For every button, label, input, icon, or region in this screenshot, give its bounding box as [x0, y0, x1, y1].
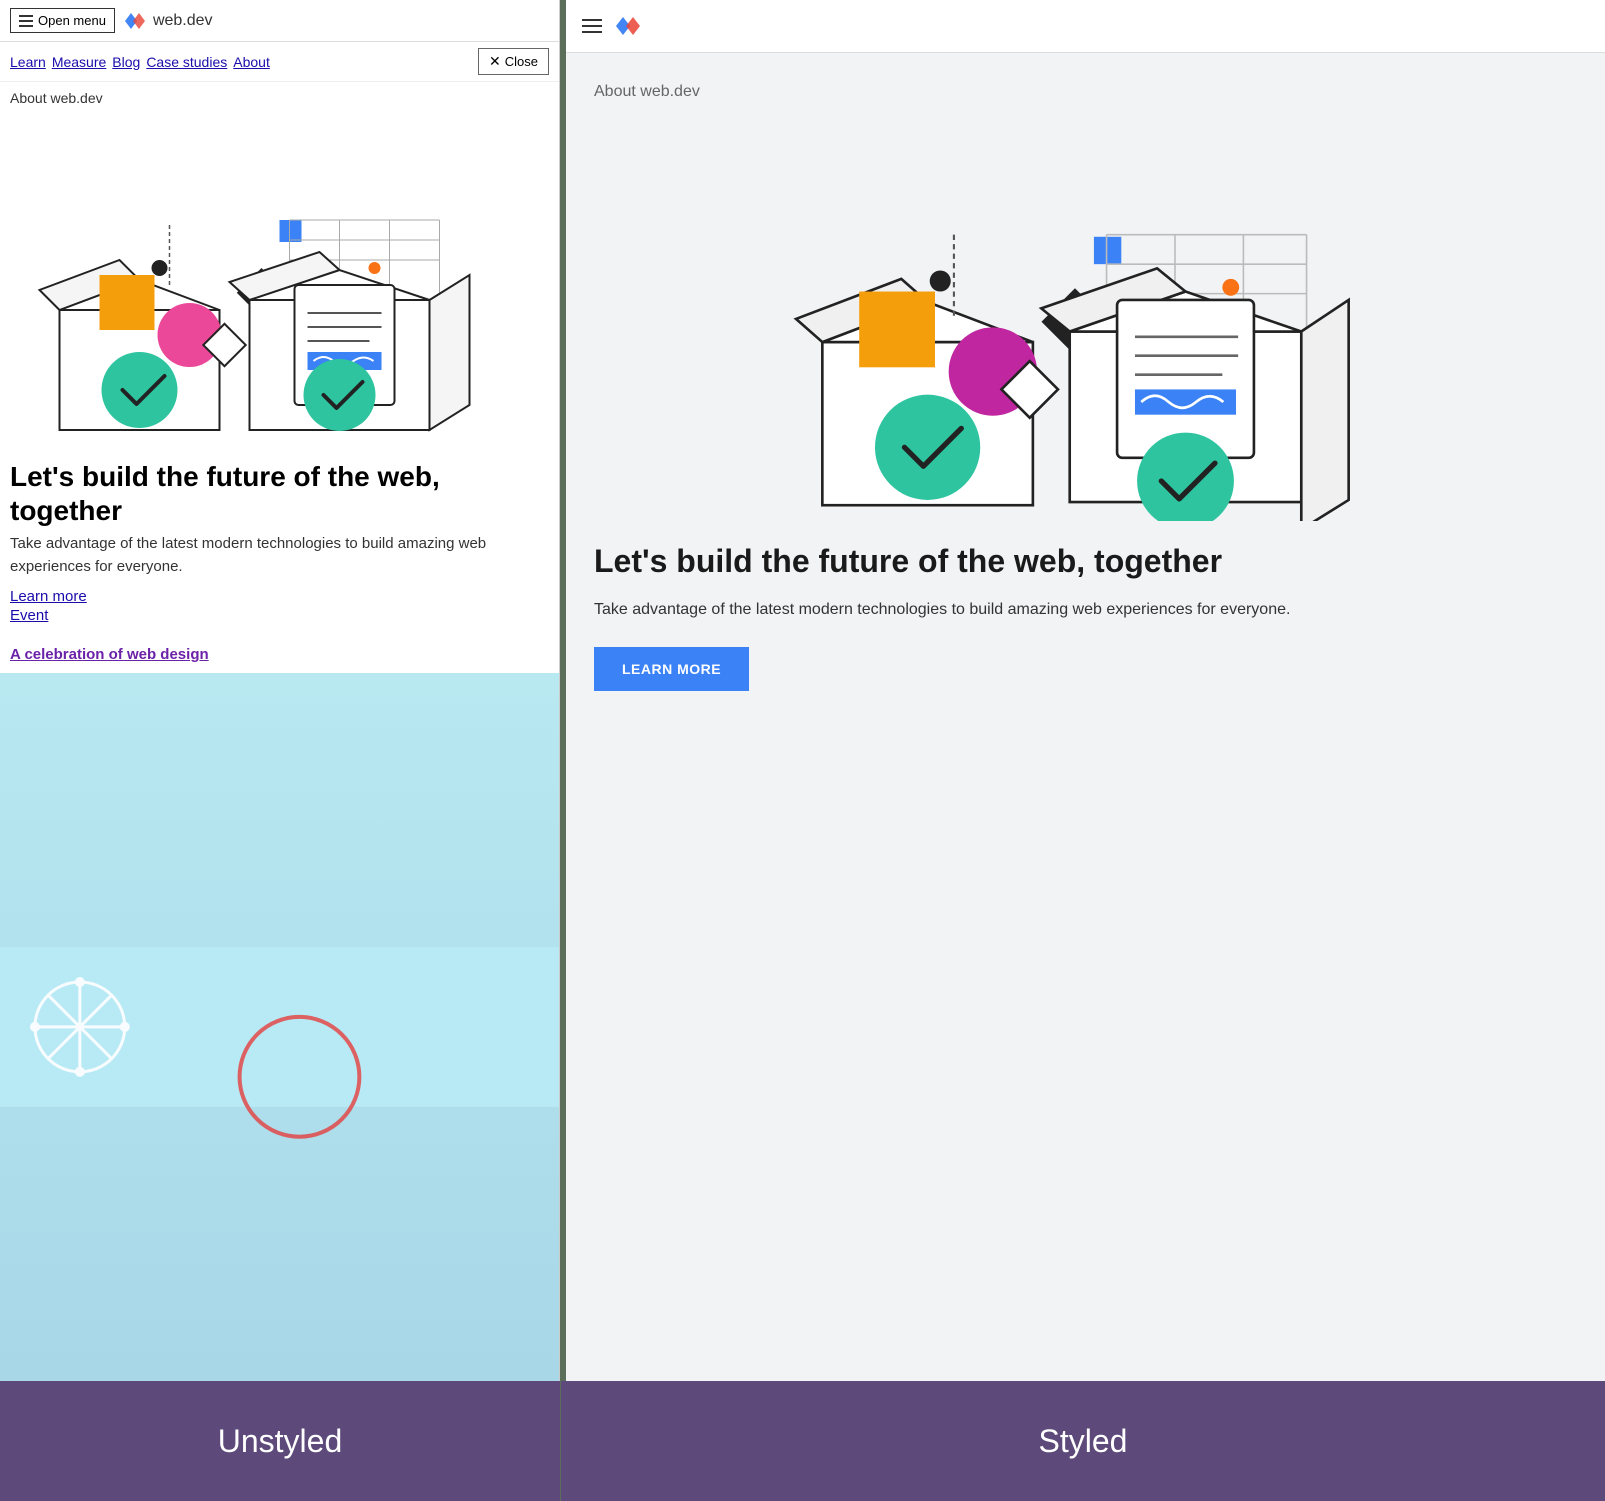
nav-link-about[interactable]: About — [233, 54, 270, 70]
close-button[interactable]: ✕ Close — [478, 48, 549, 75]
styled-label-container: Styled — [561, 1381, 1605, 1501]
hamburger-icon — [19, 15, 33, 27]
hero-heading-left: Let's build the future of the web, toget… — [0, 450, 559, 533]
close-x-icon: ✕ — [489, 53, 501, 70]
left-panel: Open menu web.dev Learn Measure Blog Cas… — [0, 0, 560, 1381]
nav-link-learn[interactable]: Learn — [10, 54, 46, 70]
nav-link-measure[interactable]: Measure — [52, 54, 106, 70]
celebration-link-left[interactable]: A celebration of web design — [10, 646, 549, 663]
hero-desc-right: Take advantage of the latest modern tech… — [594, 597, 1577, 623]
open-menu-label: Open menu — [38, 13, 106, 28]
illustration-right — [594, 121, 1577, 521]
logo-text: web.dev — [153, 12, 213, 30]
right-content: About web.dev — [566, 53, 1605, 1381]
nav-link-blog[interactable]: Blog — [112, 54, 140, 70]
left-navbar: Open menu web.dev — [0, 0, 559, 42]
right-hamburger-icon[interactable] — [582, 19, 602, 33]
unstyled-label: Unstyled — [218, 1423, 343, 1460]
about-label-left: About web.dev — [0, 82, 559, 110]
learn-more-link-left[interactable]: Learn more — [10, 588, 549, 605]
unstyled-label-container: Unstyled — [0, 1381, 560, 1501]
close-label: Close — [505, 54, 538, 69]
learn-more-button[interactable]: LEARN MORE — [594, 647, 749, 691]
right-webdev-logo-icon — [614, 12, 642, 40]
about-label-right: About web.dev — [594, 83, 1577, 101]
right-navbar — [566, 0, 1605, 53]
open-menu-button[interactable]: Open menu — [10, 8, 115, 33]
illustration-left — [0, 110, 559, 450]
hero-heading-right: Let's build the future of the web, toget… — [594, 541, 1577, 581]
logo-area: web.dev — [123, 9, 213, 33]
bottom-labels: Unstyled Styled — [0, 1381, 1605, 1501]
hero-desc-left: Take advantage of the latest modern tech… — [0, 533, 559, 588]
snowflake-preview — [0, 673, 559, 1381]
nav-links-row: Learn Measure Blog Case studies About ✕ … — [0, 42, 559, 82]
right-panel: About web.dev — [566, 0, 1605, 1381]
left-links: Learn more Event A celebration of web de… — [0, 588, 559, 673]
event-link-left[interactable]: Event — [10, 607, 549, 624]
styled-label: Styled — [1039, 1423, 1128, 1460]
nav-link-casestudies[interactable]: Case studies — [146, 54, 227, 70]
webdev-logo-icon — [123, 9, 147, 33]
